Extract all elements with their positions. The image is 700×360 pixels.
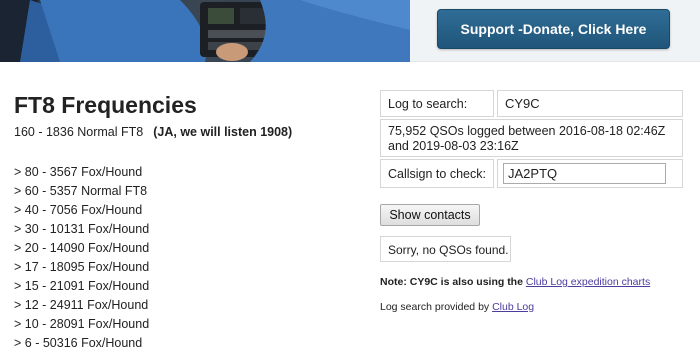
donate-button[interactable]: Support -Donate, Click Here xyxy=(437,9,670,49)
banner-photo-illustration xyxy=(0,0,410,62)
provided-text: Log search provided by xyxy=(380,301,493,313)
intro-line: 160 - 1836 Normal FT8 (JA, we will listen… xyxy=(14,125,292,139)
intro-frequency: 160 - 1836 Normal FT8 xyxy=(14,125,144,139)
frequency-item: > 12 - 24911 Fox/Hound xyxy=(14,298,149,312)
club-log-link[interactable]: Club Log xyxy=(492,301,534,313)
intro-note: (JA, we will listen 1908) xyxy=(153,125,293,139)
provided-by: Log search provided by Club Log xyxy=(380,301,534,313)
frequency-item: > 40 - 7056 Fox/Hound xyxy=(14,203,143,217)
callsign-input[interactable] xyxy=(503,163,666,184)
frequency-item: > 20 - 14090 Fox/Hound xyxy=(14,241,150,255)
search-result: Sorry, no QSOs found. xyxy=(380,236,511,262)
header: Support -Donate, Click Here xyxy=(0,0,700,62)
expedition-charts-link[interactable]: Club Log expedition charts xyxy=(526,276,650,288)
log-to-search-label: Log to search: xyxy=(380,90,494,117)
frequency-item: > 80 - 3567 Fox/Hound xyxy=(14,165,143,179)
frequency-item: > 10 - 28091 Fox/Hound xyxy=(14,317,150,331)
qso-info: 75,952 QSOs logged between 2016-08-18 02… xyxy=(380,119,683,157)
note-text: Note: CY9C is also using the xyxy=(380,276,526,288)
frequency-item: > 15 - 21091 Fox/Hound xyxy=(14,279,150,293)
frequency-item: > 30 - 10131 Fox/Hound xyxy=(14,222,150,236)
frequency-item: > 60 - 5357 Normal FT8 xyxy=(14,184,148,198)
page-title: FT8 Frequencies xyxy=(14,92,197,118)
show-contacts-button[interactable]: Show contacts xyxy=(380,204,480,226)
frequency-list: > 80 - 3567 Fox/Hound > 60 - 5357 Normal… xyxy=(14,163,149,353)
log-callsign: CY9C xyxy=(497,90,683,117)
expedition-note: Note: CY9C is also using the Club Log ex… xyxy=(380,276,650,288)
callsign-to-check-label: Callsign to check: xyxy=(380,159,494,188)
banner-photo xyxy=(0,0,410,62)
callsign-input-cell xyxy=(497,159,683,188)
frequency-item: > 6 - 50316 Fox/Hound xyxy=(14,336,143,350)
frequency-item: > 17 - 18095 Fox/Hound xyxy=(14,260,150,274)
